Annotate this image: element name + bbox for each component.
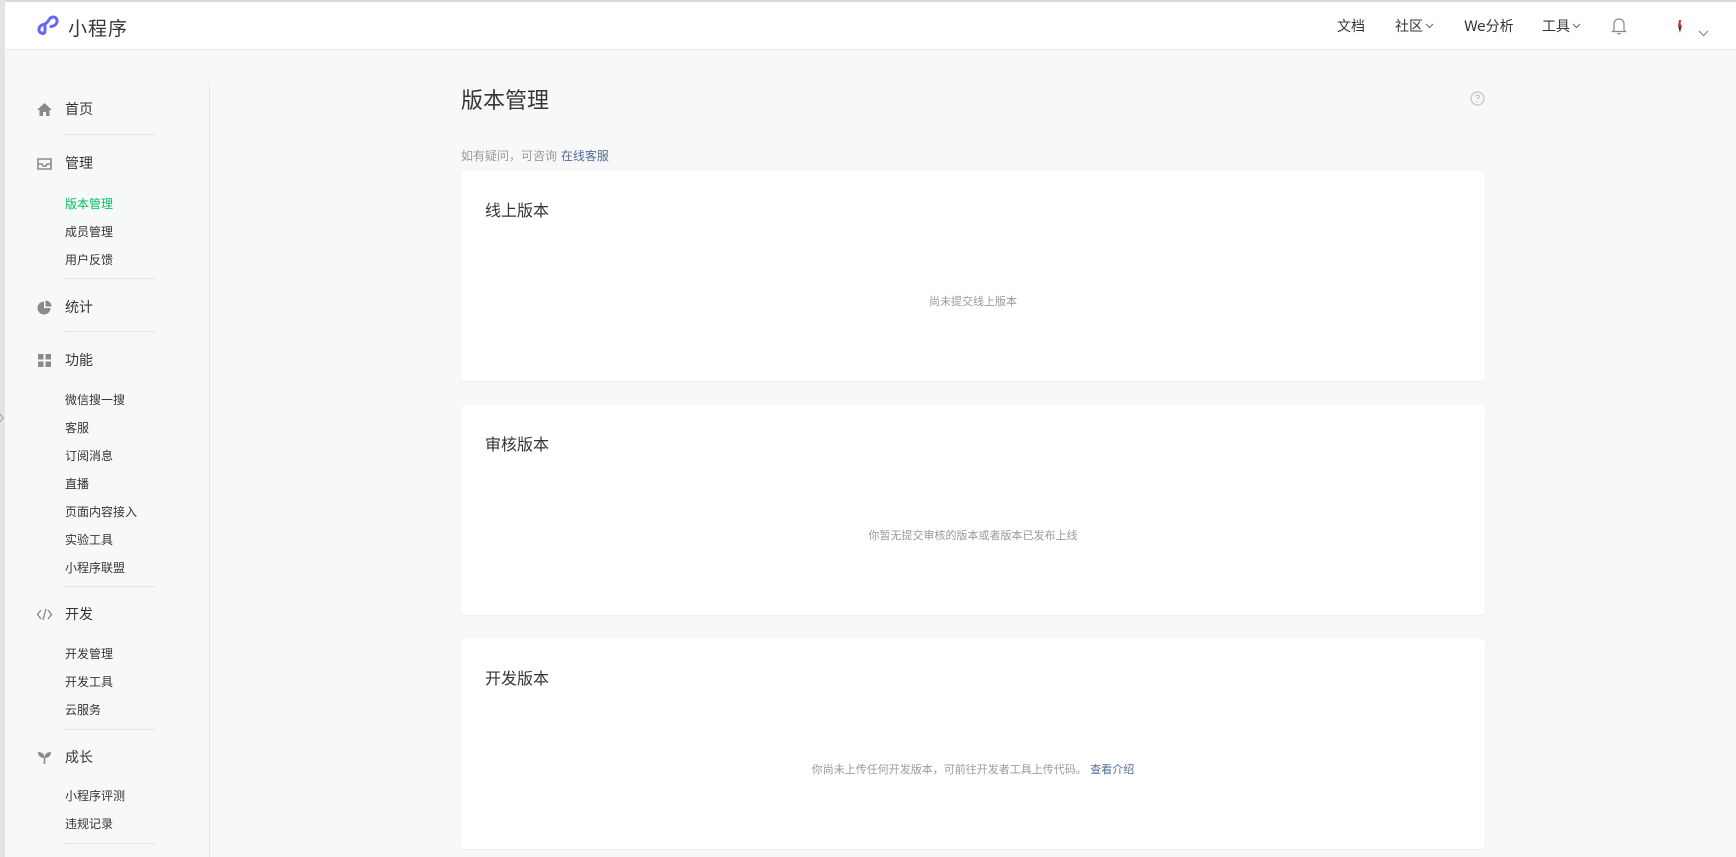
online-version-title: 线上版本 — [485, 201, 550, 220]
consult-text: 如有疑问，可咨询 — [461, 149, 561, 163]
sidebar-item-customer-service[interactable]: 客服 — [65, 419, 89, 436]
code-icon — [35, 605, 53, 623]
chevron-down-icon — [1425, 23, 1434, 29]
sidebar-item-subscribe-message[interactable]: 订阅消息 — [65, 447, 113, 464]
notification-bell-icon[interactable] — [1610, 16, 1628, 36]
sidebar-border — [209, 82, 210, 857]
sidebar-item-growth-label: 成长 — [65, 750, 93, 766]
home-icon — [35, 100, 53, 118]
nav-analytics[interactable]: We分析 — [1464, 16, 1514, 36]
consult-hint: 如有疑问，可咨询 在线客服 — [461, 147, 609, 164]
sidebar-item-user-feedback[interactable]: 用户反馈 — [65, 251, 113, 268]
nav-community[interactable]: 社区 — [1395, 16, 1434, 36]
sidebar-item-experiment-tools[interactable]: 实验工具 — [65, 531, 113, 548]
pie-chart-icon — [35, 298, 53, 316]
sidebar-divider — [65, 331, 155, 332]
sidebar-item-dev-manage[interactable]: 开发管理 — [65, 645, 113, 662]
window-left-border — [0, 0, 5, 857]
sidebar-item-stats[interactable]: 统计 — [35, 295, 93, 319]
chevron-down-icon[interactable] — [1698, 22, 1709, 37]
review-version-empty-text: 你暂无提交审核的版本或者版本已发布上线 — [868, 529, 1078, 542]
dev-version-empty-text: 你尚未上传任何开发版本，可前往开发者工具上传代码。 — [811, 763, 1087, 776]
sidebar-divider — [65, 278, 155, 279]
nav-tools[interactable]: 工具 — [1542, 16, 1581, 36]
sidebar-item-wechat-search[interactable]: 微信搜一搜 — [65, 391, 125, 408]
sidebar-item-version-manage[interactable]: 版本管理 — [65, 195, 113, 212]
user-avatar[interactable] — [1670, 16, 1690, 36]
sprout-icon — [35, 748, 53, 766]
sidebar-item-develop[interactable]: 开发 — [35, 602, 93, 626]
online-version-empty-text: 尚未提交线上版本 — [929, 295, 1017, 308]
dev-version-title: 开发版本 — [485, 669, 550, 688]
sidebar-item-live[interactable]: 直播 — [65, 475, 89, 492]
dev-version-empty-hint: 你尚未上传任何开发版本，可前往开发者工具上传代码。 查看介绍 — [461, 761, 1485, 777]
online-service-link[interactable]: 在线客服 — [561, 149, 609, 163]
sidebar-item-page-content[interactable]: 页面内容接入 — [65, 503, 137, 520]
sidebar-item-stats-label: 统计 — [65, 300, 93, 316]
inbox-icon — [35, 154, 53, 172]
sidebar-item-features[interactable]: 功能 — [35, 348, 93, 372]
dev-version-card: 开发版本 你尚未上传任何开发版本，可前往开发者工具上传代码。 查看介绍 — [461, 639, 1485, 849]
sidebar-divider — [65, 843, 155, 844]
sidebar-item-develop-label: 开发 — [65, 607, 93, 623]
review-version-card: 审核版本 你暂无提交审核的版本或者版本已发布上线 — [461, 405, 1485, 615]
sidebar-item-manage-label: 管理 — [65, 156, 93, 172]
sidebar-item-dev-tools[interactable]: 开发工具 — [65, 673, 113, 690]
nav-tools-label: 工具 — [1542, 19, 1570, 35]
nav-community-label: 社区 — [1395, 19, 1423, 35]
sidebar-item-home[interactable]: 首页 — [35, 97, 93, 121]
sidebar-divider — [65, 729, 155, 730]
sidebar-divider — [65, 586, 155, 587]
sidebar-item-violation-record[interactable]: 违规记录 — [65, 815, 113, 832]
sidebar-divider — [65, 134, 155, 135]
miniprogram-logo-icon — [36, 12, 62, 42]
sidebar-item-home-label: 首页 — [65, 102, 93, 118]
nav-docs-label: 文档 — [1337, 19, 1365, 35]
chevron-down-icon — [1572, 23, 1581, 29]
sidebar-item-member-manage[interactable]: 成员管理 — [65, 223, 113, 240]
sidebar-item-features-label: 功能 — [65, 353, 93, 369]
sidebar-collapse-handle[interactable] — [0, 408, 4, 423]
nav-analytics-label: We分析 — [1464, 19, 1514, 35]
app-logo-text: 小程序 — [68, 17, 129, 40]
sidebar-item-cloud-service[interactable]: 云服务 — [65, 701, 101, 718]
view-intro-link[interactable]: 查看介绍 — [1090, 763, 1134, 776]
page-title: 版本管理 — [461, 89, 550, 114]
nav-docs[interactable]: 文档 — [1337, 16, 1365, 36]
sidebar-item-growth[interactable]: 成长 — [35, 745, 93, 769]
sidebar-item-miniprogram-review[interactable]: 小程序评测 — [65, 787, 125, 804]
sidebar-item-miniprogram-union[interactable]: 小程序联盟 — [65, 559, 125, 576]
online-version-card: 线上版本 尚未提交线上版本 — [461, 171, 1485, 381]
help-icon[interactable] — [1470, 91, 1485, 106]
grid-icon — [35, 351, 53, 369]
app-logo[interactable]: 小程序 — [36, 12, 128, 42]
sidebar-item-manage[interactable]: 管理 — [35, 151, 93, 175]
review-version-title: 审核版本 — [485, 435, 550, 454]
top-navbar: 小程序 文档 社区 We分析 工具 — [5, 2, 1736, 50]
